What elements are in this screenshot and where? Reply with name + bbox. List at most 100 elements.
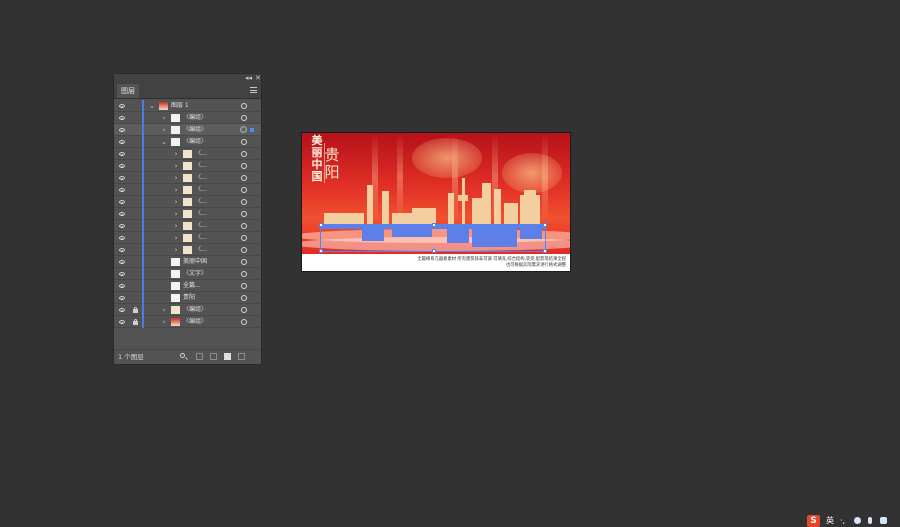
target-circle-icon[interactable] (241, 235, 247, 241)
layer-row[interactable]: 〈文字〉 (114, 268, 261, 280)
target-circle-icon[interactable] (241, 271, 247, 277)
lock-icon[interactable] (133, 319, 138, 325)
target-circle-icon[interactable] (241, 211, 247, 217)
layer-row[interactable]: › 〈... (114, 184, 261, 196)
target-circle-icon[interactable] (241, 295, 247, 301)
visibility-eye-icon[interactable] (119, 308, 125, 312)
target-circle-icon[interactable] (241, 139, 247, 145)
layer-name[interactable]: 〈... (195, 244, 207, 256)
visibility-eye-icon[interactable] (119, 224, 125, 228)
collapsed-chevron-icon[interactable]: › (172, 244, 180, 256)
layer-name[interactable]: 〈... (195, 220, 207, 232)
visibility-eye-icon[interactable] (119, 164, 125, 168)
layer-row[interactable]: ⌄ 图层 1 (114, 100, 261, 112)
collapsed-chevron-icon[interactable]: › (172, 220, 180, 232)
layer-name[interactable]: 〈... (195, 208, 207, 220)
layer-name[interactable]: 〈编组〉 (183, 304, 207, 316)
collapsed-chevron-icon[interactable]: › (172, 208, 180, 220)
layer-name[interactable]: 图层 1 (171, 100, 189, 112)
create-new-layer-icon[interactable] (224, 353, 231, 360)
delete-layer-icon[interactable] (238, 353, 245, 360)
target-circle-icon[interactable] (241, 319, 247, 325)
collapse-panel-icon[interactable]: ◂◂ (245, 74, 252, 83)
visibility-eye-icon[interactable] (119, 116, 125, 120)
layer-row[interactable]: › 〈编组〉 (114, 304, 261, 316)
layer-name[interactable]: 〈... (195, 196, 207, 208)
panel-title-bar[interactable]: ◂◂ ✕ (114, 74, 261, 83)
layer-name[interactable]: 〈编组〉 (183, 136, 207, 148)
collapsed-chevron-icon[interactable]: › (172, 148, 180, 160)
target-circle-icon[interactable] (241, 259, 247, 265)
collapsed-chevron-icon[interactable]: › (172, 196, 180, 208)
target-circle-icon[interactable] (241, 187, 247, 193)
collapsed-chevron-icon[interactable]: › (160, 304, 168, 316)
layer-row[interactable]: 美丽中国 (114, 256, 261, 268)
collapsed-chevron-icon[interactable]: › (160, 124, 168, 136)
layer-row[interactable]: › 〈... (114, 160, 261, 172)
visibility-eye-icon[interactable] (119, 284, 125, 288)
collapsed-chevron-icon[interactable]: › (172, 184, 180, 196)
layer-row[interactable]: › 〈... (114, 172, 261, 184)
target-circle-icon[interactable] (241, 307, 247, 313)
target-circle-icon[interactable] (241, 223, 247, 229)
layer-row[interactable]: › 〈... (114, 208, 261, 220)
layer-name[interactable]: 〈... (195, 172, 207, 184)
visibility-eye-icon[interactable] (119, 140, 125, 144)
visibility-eye-icon[interactable] (119, 176, 125, 180)
visibility-eye-icon[interactable] (119, 104, 125, 108)
layer-row[interactable]: › 〈... (114, 220, 261, 232)
visibility-eye-icon[interactable] (119, 236, 125, 240)
collapsed-chevron-icon[interactable]: › (172, 232, 180, 244)
make-clipping-mask-icon[interactable] (196, 353, 203, 360)
visibility-eye-icon[interactable] (119, 296, 125, 300)
layer-row[interactable]: › 〈... (114, 196, 261, 208)
visibility-eye-icon[interactable] (119, 272, 125, 276)
layer-name[interactable]: 全篇... (183, 280, 201, 292)
layer-row[interactable]: ⌄ 〈编组〉 (114, 136, 261, 148)
layer-row[interactable]: › 〈... (114, 148, 261, 160)
layer-name[interactable]: 〈... (195, 232, 207, 244)
emoji-icon[interactable] (854, 517, 861, 524)
layer-name[interactable]: 〈文字〉 (183, 268, 207, 280)
layer-row[interactable]: 贵阳 (114, 292, 261, 304)
target-circle-icon[interactable] (241, 199, 247, 205)
visibility-eye-icon[interactable] (119, 260, 125, 264)
visibility-eye-icon[interactable] (119, 248, 125, 252)
panel-menu-icon[interactable] (250, 87, 257, 93)
locate-object-icon[interactable] (180, 353, 185, 358)
tab-layers[interactable]: 图层 (117, 84, 139, 98)
visibility-eye-icon[interactable] (119, 200, 125, 204)
punctuation-toggle[interactable]: ·, (840, 515, 845, 527)
handle-bottom-right[interactable] (543, 249, 547, 253)
keyboard-icon[interactable] (880, 517, 887, 524)
layer-row[interactable]: › 〈编组〉 (114, 316, 261, 328)
visibility-eye-icon[interactable] (119, 212, 125, 216)
collapsed-chevron-icon[interactable]: › (172, 160, 180, 172)
handle-top-right[interactable] (543, 223, 547, 227)
target-circle-icon[interactable] (241, 247, 247, 253)
target-circle-icon[interactable] (240, 126, 247, 133)
expanded-chevron-icon[interactable]: ⌄ (160, 136, 168, 148)
microphone-icon[interactable] (868, 517, 872, 524)
target-circle-icon[interactable] (241, 115, 247, 121)
target-circle-icon[interactable] (241, 175, 247, 181)
visibility-eye-icon[interactable] (119, 152, 125, 156)
close-panel-icon[interactable]: ✕ (255, 74, 261, 83)
layer-name[interactable]: 〈... (195, 148, 207, 160)
layer-name[interactable]: 〈编组〉 (183, 316, 207, 328)
handle-top-center[interactable] (432, 223, 436, 227)
expanded-chevron-icon[interactable]: ⌄ (148, 100, 156, 112)
ime-logo-icon[interactable]: S (807, 515, 820, 527)
selection-bounding-box[interactable] (319, 223, 547, 253)
collapsed-chevron-icon[interactable]: › (172, 172, 180, 184)
layer-row[interactable]: 全篇... (114, 280, 261, 292)
layer-name[interactable]: 〈编组〉 (183, 112, 207, 124)
layer-row[interactable]: › 〈编组〉 (114, 112, 261, 124)
handle-bottom-center[interactable] (432, 249, 436, 253)
lock-icon[interactable] (133, 307, 138, 313)
layer-row[interactable]: › 〈... (114, 232, 261, 244)
create-sublayer-icon[interactable] (210, 353, 217, 360)
visibility-eye-icon[interactable] (119, 320, 125, 324)
target-circle-icon[interactable] (241, 151, 247, 157)
selection-indicator[interactable] (250, 128, 254, 132)
